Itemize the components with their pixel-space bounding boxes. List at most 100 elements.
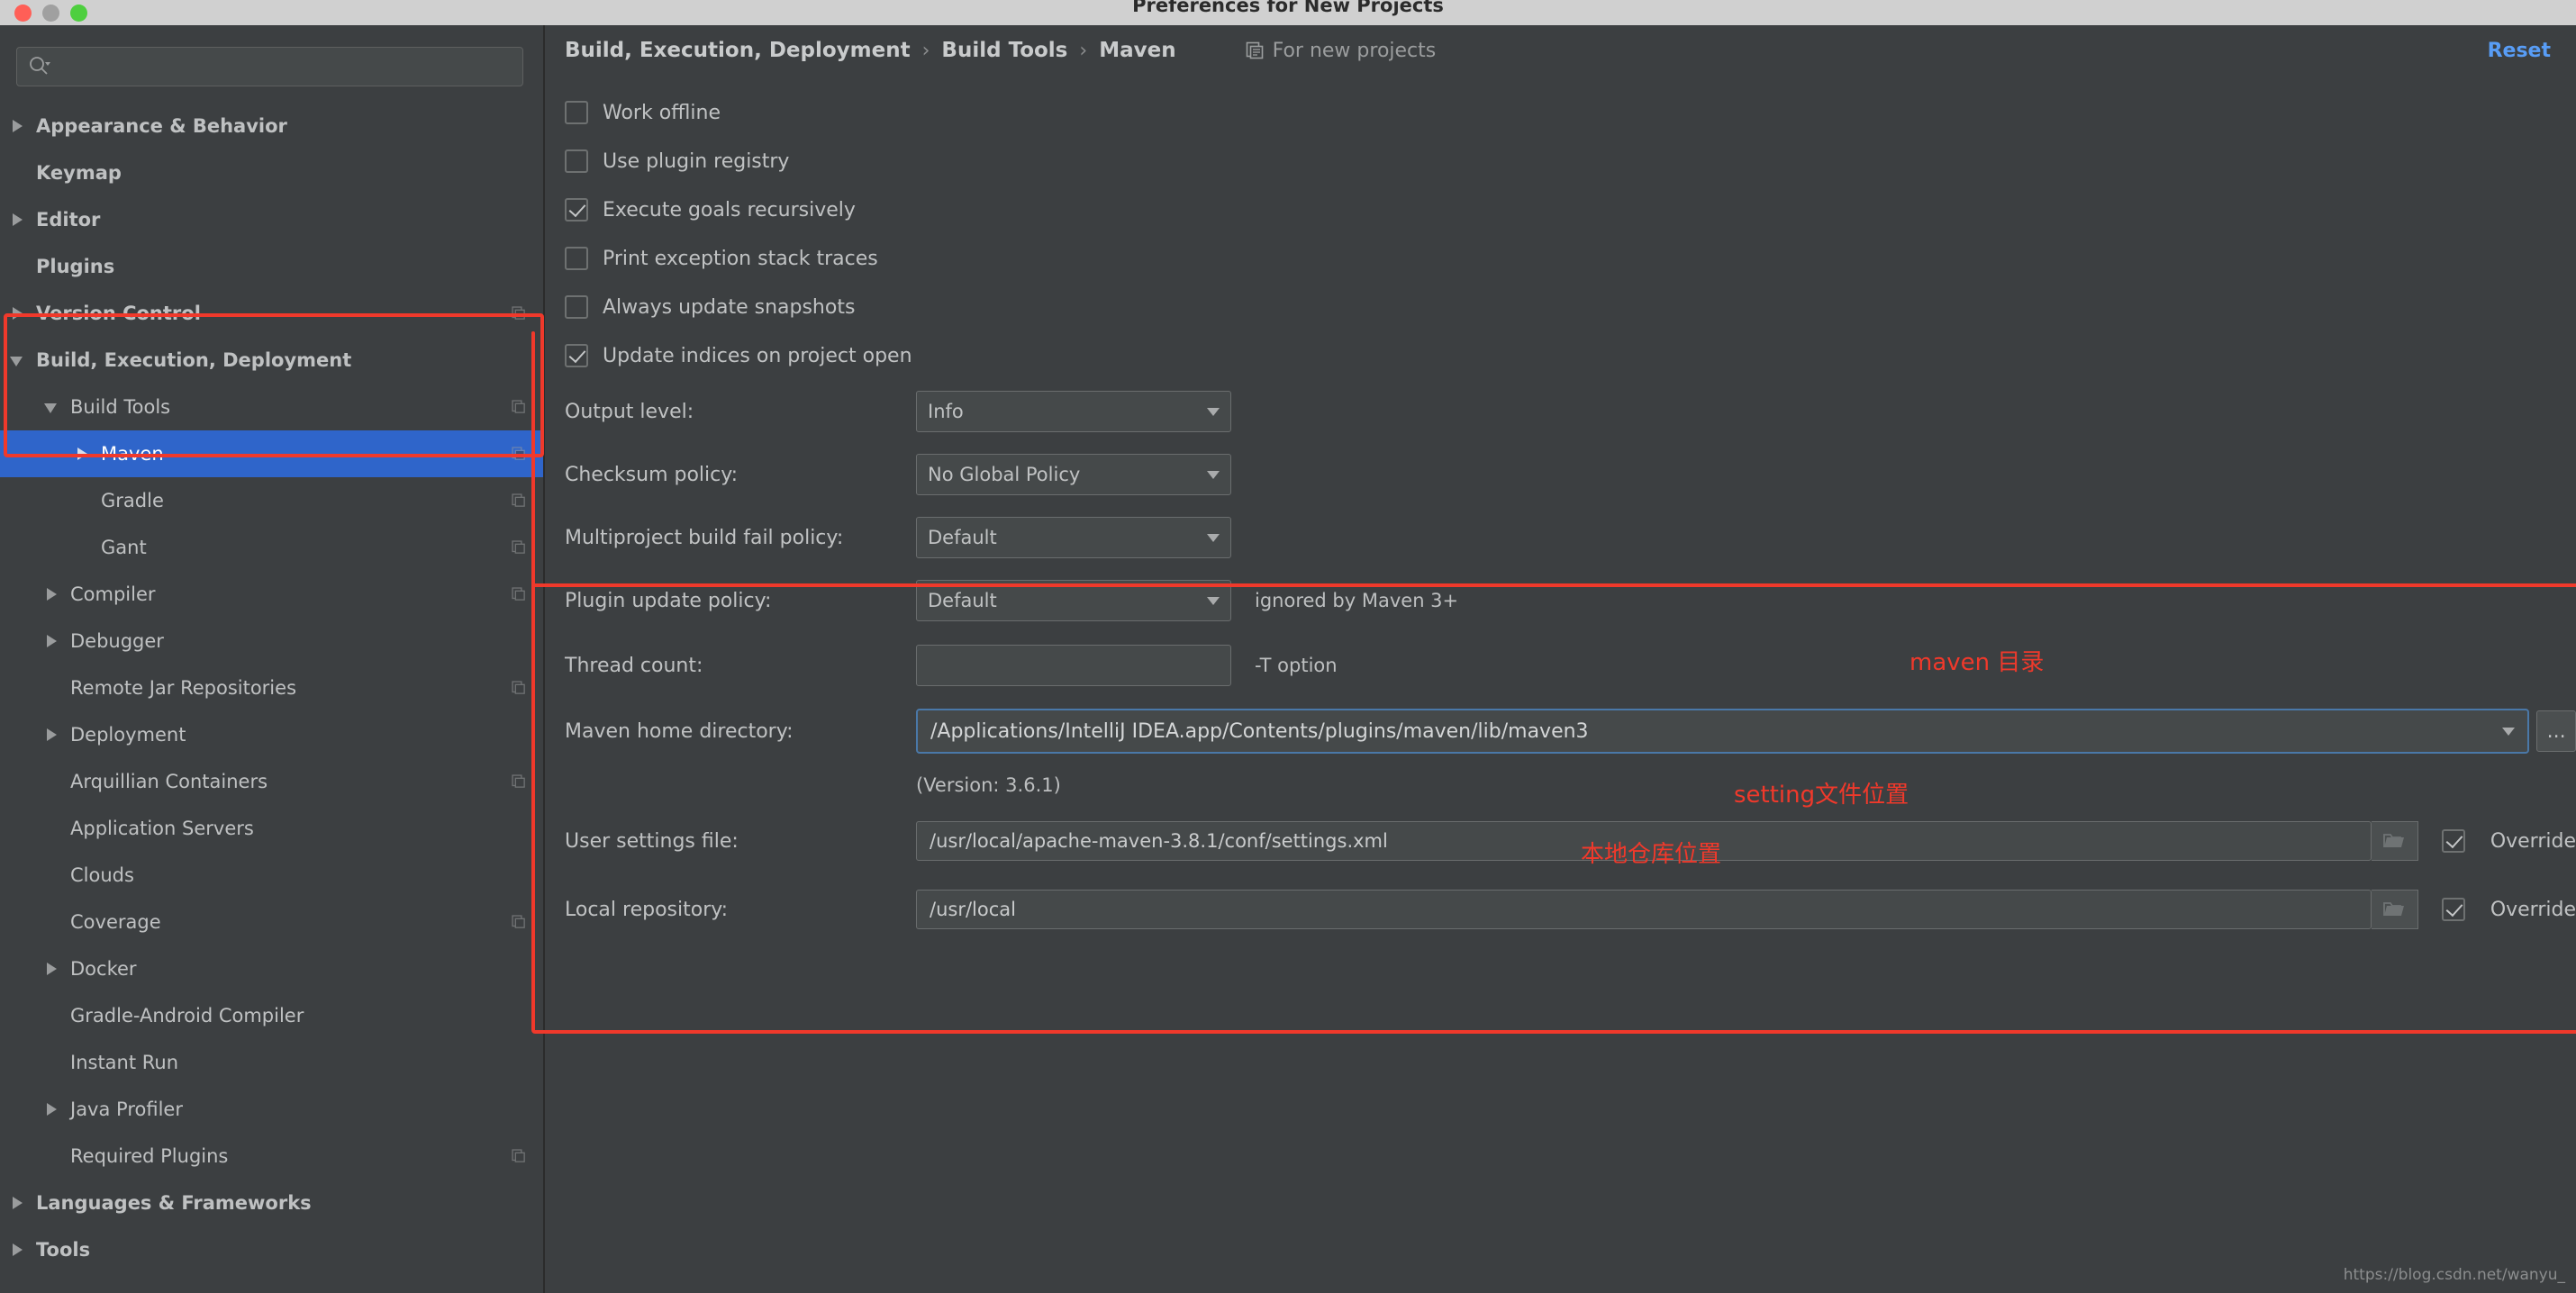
- sidebar-item-label: Gradle-Android Compiler: [70, 1005, 304, 1026]
- local-repo-override-label: Override: [2490, 899, 2576, 921]
- sidebar-item-debugger[interactable]: Debugger: [0, 618, 543, 665]
- search-input[interactable]: [51, 57, 512, 77]
- breadcrumb-item-2[interactable]: Maven: [1099, 39, 1175, 62]
- chevron-right-icon[interactable]: [43, 726, 61, 744]
- breadcrumb-item-1[interactable]: Build Tools: [941, 39, 1067, 62]
- sidebar-item-application-servers[interactable]: Application Servers: [0, 805, 543, 852]
- sidebar-item-clouds[interactable]: Clouds: [0, 852, 543, 899]
- multiproject-policy-dropdown[interactable]: Default: [916, 517, 1231, 558]
- settings-main-pane: Build, Execution, Deployment › Build Too…: [545, 25, 2576, 1293]
- user-settings-browse-button[interactable]: [2372, 821, 2418, 861]
- sidebar-item-label: Maven: [101, 443, 164, 465]
- chevron-down-icon[interactable]: [9, 351, 27, 369]
- sidebar-item-keymap[interactable]: Keymap: [0, 149, 543, 196]
- chevron-right-icon[interactable]: [43, 1100, 61, 1118]
- sidebar-item-maven[interactable]: Maven: [0, 430, 543, 477]
- checkbox-update-indices-on-project-open[interactable]: [565, 344, 588, 367]
- search-container: [0, 47, 543, 103]
- copy-icon: [1245, 41, 1265, 60]
- sidebar-item-remote-jar-repositories[interactable]: Remote Jar Repositories: [0, 665, 543, 711]
- checkbox-row-execute-goals-recursively[interactable]: Execute goals recursively: [565, 185, 2576, 234]
- sidebar-item-gant[interactable]: Gant: [0, 524, 543, 571]
- chevron-right-icon[interactable]: [74, 445, 92, 463]
- sidebar-item-label: Plugins: [36, 256, 114, 277]
- maven-home-browse-button[interactable]: ...: [2536, 710, 2576, 752]
- checkbox-work-offline[interactable]: [565, 101, 588, 124]
- sidebar-item-gradle-android-compiler[interactable]: Gradle-Android Compiler: [0, 992, 543, 1039]
- chevron-right-icon[interactable]: [9, 1241, 27, 1259]
- for-new-projects-label: For new projects: [1273, 40, 1437, 62]
- local-repo-override[interactable]: Override: [2442, 898, 2576, 921]
- user-settings-override-checkbox[interactable]: [2442, 829, 2465, 853]
- chevron-right-icon[interactable]: [9, 117, 27, 135]
- checkbox-execute-goals-recursively[interactable]: [565, 198, 588, 222]
- multiproject-policy-label: Multiproject build fail policy:: [565, 527, 916, 549]
- sidebar-item-label: Arquillian Containers: [70, 771, 268, 792]
- local-repo-browse-button[interactable]: [2372, 890, 2418, 929]
- checkbox-row-work-offline[interactable]: Work offline: [565, 88, 2576, 137]
- multiproject-policy-value: Default: [928, 527, 997, 548]
- user-settings-override[interactable]: Override: [2442, 829, 2576, 853]
- breadcrumb-item-0[interactable]: Build, Execution, Deployment: [565, 39, 911, 62]
- sidebar-item-deployment[interactable]: Deployment: [0, 711, 543, 758]
- sidebar-item-arquillian-containers[interactable]: Arquillian Containers: [0, 758, 543, 805]
- chevron-right-icon[interactable]: [43, 960, 61, 978]
- chevron-down-icon[interactable]: [43, 398, 61, 416]
- sidebar-item-plugins[interactable]: Plugins: [0, 243, 543, 290]
- checkbox-label: Work offline: [603, 102, 721, 124]
- sidebar-item-label: Editor: [36, 209, 100, 231]
- search-box[interactable]: [16, 47, 523, 86]
- breadcrumb-separator-0: ›: [922, 40, 930, 62]
- checkbox-row-update-indices-on-project-open[interactable]: Update indices on project open: [565, 331, 2576, 380]
- sidebar-item-build-tools[interactable]: Build Tools: [0, 384, 543, 430]
- output-level-dropdown[interactable]: Info: [916, 391, 1231, 432]
- tree-spacer: [74, 538, 92, 556]
- checkbox-print-exception-stack-traces[interactable]: [565, 247, 588, 270]
- sidebar-item-coverage[interactable]: Coverage: [0, 899, 543, 945]
- settings-sidebar: Appearance & BehaviorKeymap Editor Plugins…: [0, 25, 545, 1293]
- chevron-right-icon[interactable]: [43, 585, 61, 603]
- plugin-update-policy-dropdown[interactable]: Default: [916, 580, 1231, 621]
- breadcrumb-separator-1: ›: [1079, 40, 1087, 62]
- chevron-right-icon[interactable]: [43, 632, 61, 650]
- checksum-policy-dropdown[interactable]: No Global Policy: [916, 454, 1231, 495]
- tree-spacer: [9, 258, 27, 276]
- checkbox-row-use-plugin-registry[interactable]: Use plugin registry: [565, 137, 2576, 185]
- sidebar-item-compiler[interactable]: Compiler: [0, 571, 543, 618]
- maven-home-value: /Applications/IntelliJ IDEA.app/Contents…: [930, 720, 1589, 743]
- maven-home-combo[interactable]: /Applications/IntelliJ IDEA.app/Contents…: [916, 709, 2529, 754]
- local-repo-override-checkbox[interactable]: [2442, 898, 2465, 921]
- checkbox-row-print-exception-stack-traces[interactable]: Print exception stack traces: [565, 234, 2576, 283]
- chevron-right-icon[interactable]: [9, 1194, 27, 1212]
- checkbox-always-update-snapshots[interactable]: [565, 295, 588, 319]
- checkbox-row-always-update-snapshots[interactable]: Always update snapshots: [565, 283, 2576, 331]
- sidebar-item-instant-run[interactable]: Instant Run: [0, 1039, 543, 1086]
- reset-link[interactable]: Reset: [2488, 40, 2551, 62]
- chevron-right-icon[interactable]: [9, 211, 27, 229]
- sidebar-item-tools[interactable]: Tools: [0, 1226, 543, 1273]
- sidebar-item-version-control[interactable]: Version Control: [0, 290, 543, 337]
- sidebar-item-label: Application Servers: [70, 818, 254, 839]
- checksum-policy-row: Checksum policy: No Global Policy: [565, 443, 2576, 506]
- sidebar-item-java-profiler[interactable]: Java Profiler: [0, 1086, 543, 1133]
- user-settings-input[interactable]: /usr/local/apache-maven-3.8.1/conf/setti…: [916, 821, 2372, 861]
- thread-count-input[interactable]: [916, 645, 1231, 686]
- sidebar-item-label: Remote Jar Repositories: [70, 677, 296, 699]
- sidebar-item-appearance-behavior[interactable]: Appearance & Behavior: [0, 103, 543, 149]
- local-repo-input[interactable]: /usr/local: [916, 890, 2372, 929]
- tree-spacer: [43, 819, 61, 837]
- checkbox-use-plugin-registry[interactable]: [565, 149, 588, 173]
- output-level-label: Output level:: [565, 401, 916, 423]
- sidebar-item-gradle[interactable]: Gradle: [0, 477, 543, 524]
- sidebar-item-editor[interactable]: Editor: [0, 196, 543, 243]
- sidebar-item-build-execution-deployment[interactable]: Build, Execution, Deployment: [0, 337, 543, 384]
- copy-icon: [511, 914, 527, 930]
- sidebar-item-languages-frameworks[interactable]: Languages & Frameworks: [0, 1180, 543, 1226]
- chevron-right-icon[interactable]: [9, 304, 27, 322]
- settings-tree: Appearance & BehaviorKeymap Editor Plugins…: [0, 103, 543, 1273]
- sidebar-item-required-plugins[interactable]: Required Plugins: [0, 1133, 543, 1180]
- sidebar-item-docker[interactable]: Docker: [0, 945, 543, 992]
- sidebar-item-label: Clouds: [70, 864, 134, 886]
- sidebar-item-label: Version Control: [36, 303, 201, 324]
- watermark: https://blog.csdn.net/wanyu_: [2344, 1266, 2565, 1284]
